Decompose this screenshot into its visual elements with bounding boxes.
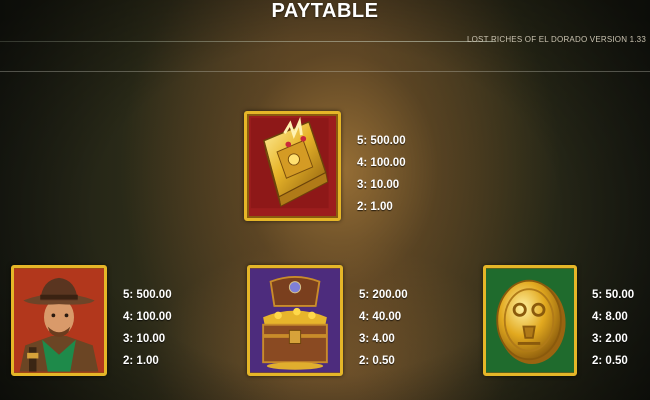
golden-book-paytable: 5: 500.00 4: 100.00 3: 10.00 2: 1.00	[357, 130, 406, 218]
treasure-chest-symbol	[247, 265, 343, 376]
page-title: PAYTABLE	[271, 0, 379, 22]
pay-4-of-a-kind: 4: 8.00	[592, 311, 628, 323]
golden-book-symbol	[244, 111, 341, 221]
treasure-chest-paytable: 5: 200.00 4: 40.00 3: 4.00 2: 0.50	[359, 284, 408, 372]
gold-coin-paytable: 5: 50.00 4: 8.00 3: 2.00 2: 0.50	[592, 284, 634, 372]
gold-coin-symbol	[483, 265, 577, 376]
pay-4-of-a-kind: 4: 100.00	[357, 157, 406, 169]
pay-4-of-a-kind: 4: 40.00	[359, 311, 402, 323]
pay-5-of-a-kind: 5: 50.00	[592, 289, 635, 301]
pay-2-of-a-kind: 2: 0.50	[592, 355, 628, 367]
pay-2-of-a-kind: 2: 0.50	[359, 355, 395, 367]
pay-3-of-a-kind: 3: 10.00	[123, 333, 166, 345]
explorer-symbol	[11, 265, 107, 376]
pay-3-of-a-kind: 3: 4.00	[359, 333, 395, 345]
pay-2-of-a-kind: 2: 1.00	[357, 201, 393, 213]
header-divider	[0, 71, 650, 72]
gold-coin-icon	[486, 268, 574, 373]
version-label: LOST RICHES OF EL DORADO VERSION 1.33	[466, 35, 646, 44]
pay-4-of-a-kind: 4: 100.00	[123, 311, 172, 323]
pay-5-of-a-kind: 5: 200.00	[359, 289, 408, 301]
explorer-paytable: 5: 500.00 4: 100.00 3: 10.00 2: 1.00	[123, 284, 172, 372]
pay-5-of-a-kind: 5: 500.00	[357, 135, 406, 147]
pay-3-of-a-kind: 3: 10.00	[357, 179, 400, 191]
golden-book-icon	[250, 116, 329, 209]
pay-5-of-a-kind: 5: 500.00	[123, 289, 172, 301]
pay-3-of-a-kind: 3: 2.00	[592, 333, 628, 345]
treasure-chest-icon	[250, 268, 340, 373]
header-line	[0, 41, 495, 42]
pay-2-of-a-kind: 2: 1.00	[123, 355, 159, 367]
explorer-icon	[14, 268, 104, 373]
